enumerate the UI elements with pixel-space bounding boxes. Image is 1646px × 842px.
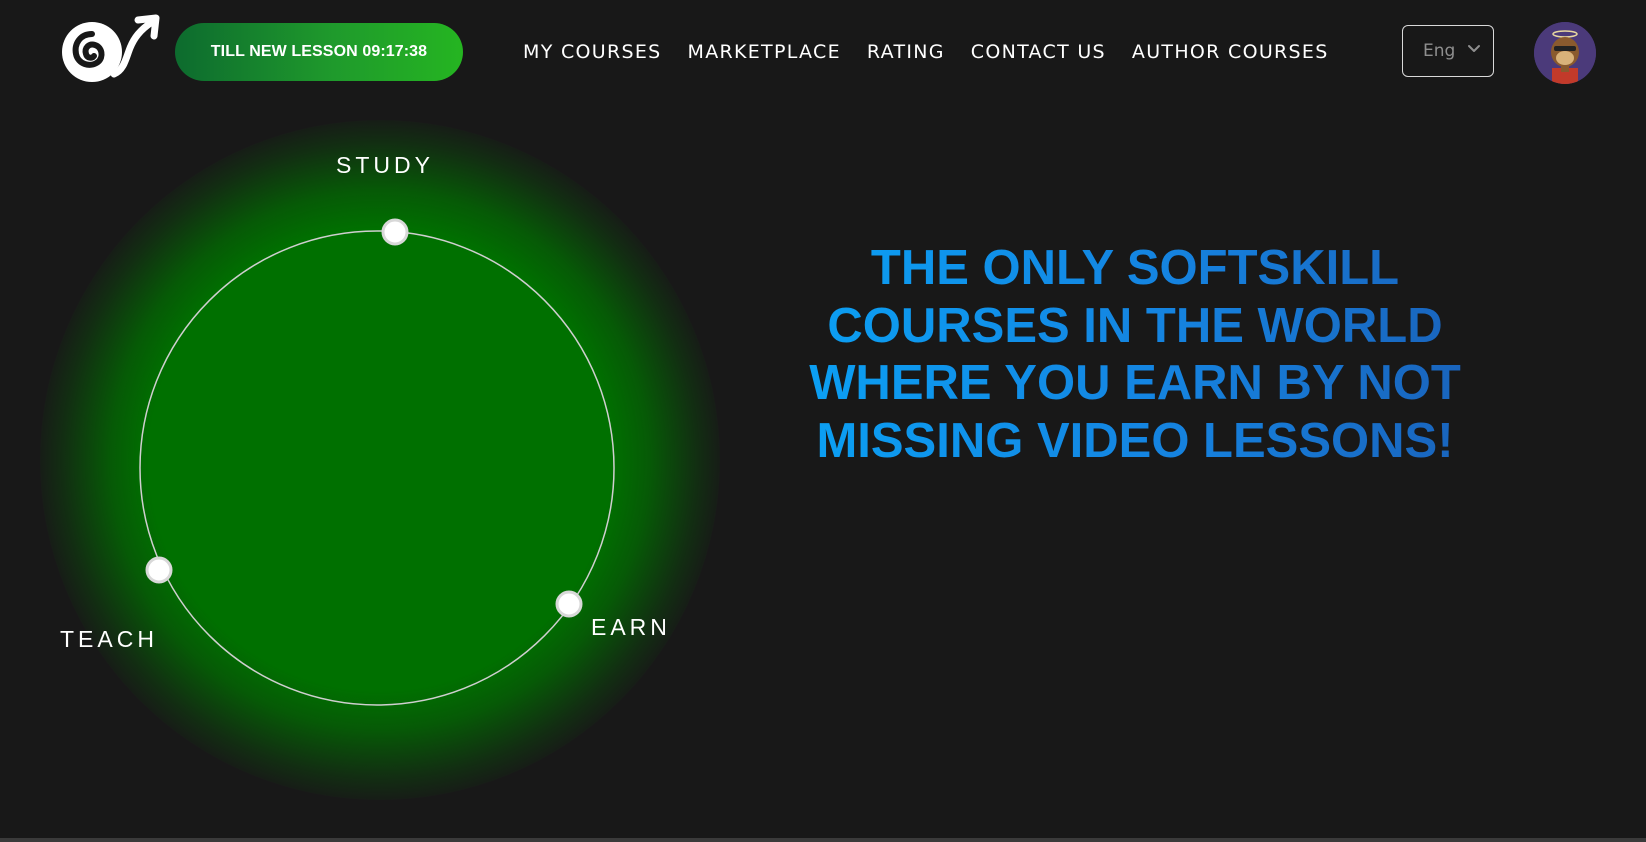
headline-line: COURSES IN THE WORLD [827, 298, 1443, 353]
bottom-divider [0, 838, 1646, 842]
language-value: Eng [1423, 41, 1456, 61]
earn-node[interactable] [555, 590, 583, 618]
cycle-diagram [139, 218, 615, 706]
headline-line: WHERE YOU EARN BY NOT [809, 356, 1461, 410]
nav-contact-us[interactable]: CONTACT US [971, 36, 1106, 68]
nav-author-courses[interactable]: AUTHOR COURSES [1132, 36, 1329, 68]
headline-line: MISSING VIDEO LESSONS! [816, 413, 1454, 468]
cycle-ring [139, 230, 615, 706]
study-label: STUDY [336, 152, 434, 178]
ape-avatar-icon [1534, 22, 1596, 84]
teach-label: TEACH [60, 626, 158, 652]
user-avatar[interactable] [1534, 22, 1596, 84]
study-node[interactable] [381, 218, 409, 246]
earn-label: EARN [591, 614, 671, 640]
nav-rating[interactable]: RATING [867, 36, 945, 68]
hero-headline: THE ONLY SOFTSKILL COURSES IN THE WORLD … [770, 240, 1500, 470]
chevron-down-icon [1468, 45, 1480, 52]
headline-line: THE ONLY SOFTSKILL [870, 241, 1400, 295]
language-select[interactable]: Eng [1402, 25, 1494, 77]
landing-page: TILL NEW LESSON 09:17:38 MY COURSES MARK… [0, 0, 1646, 842]
teach-node[interactable] [145, 556, 173, 584]
